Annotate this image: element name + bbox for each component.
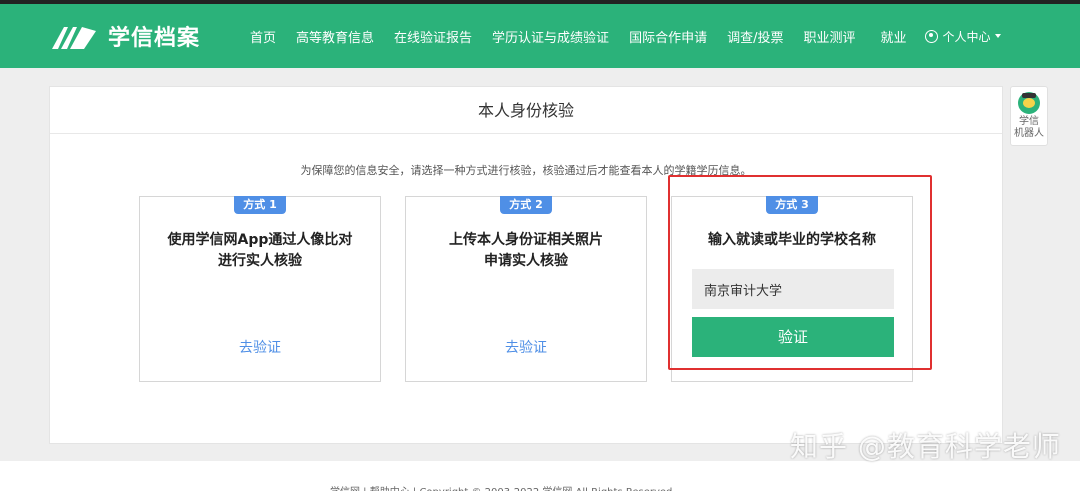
method-1-title-line2: 进行实人核验 [218, 253, 302, 269]
method-2-badge: 方式 2 [500, 196, 552, 214]
robot-label-line1: 学信 [1019, 116, 1039, 127]
user-icon [924, 29, 938, 43]
nav-degree-certification[interactable]: 学历认证与成绩验证 [492, 27, 609, 46]
method-2-title: 上传本人身份证相关照片 申请实人核验 [406, 230, 646, 272]
nav-international[interactable]: 国际合作申请 [629, 27, 707, 46]
method-1-verify-link[interactable]: 去验证 [140, 337, 380, 357]
method-2-panel: 方式 2 上传本人身份证相关照片 申请实人核验 去验证 [405, 196, 647, 382]
method-1-title: 使用学信网App通过人像比对 进行实人核验 [140, 230, 380, 272]
footer-text: 学信网 | 帮助中心 | Copyright © 2003-2022 学信网 A… [330, 483, 672, 491]
nav-online-report[interactable]: 在线验证报告 [394, 27, 472, 46]
nav-survey[interactable]: 调查/投票 [727, 27, 783, 46]
site-logo[interactable]: 学信档案 [50, 18, 200, 54]
robot-icon [1018, 92, 1040, 114]
method-1-badge: 方式 1 [234, 196, 286, 214]
robot-label-line2: 机器人 [1014, 128, 1044, 139]
highlight-box [668, 175, 932, 370]
nav-career-test[interactable]: 职业测评 [803, 27, 855, 46]
watermark: 知乎 @教育科学老师 [790, 430, 1061, 463]
main-nav: 首页 高等教育信息 在线验证报告 学历认证与成绩验证 国际合作申请 调查/投票 … [250, 4, 1001, 68]
header-bar: 学信档案 首页 高等教育信息 在线验证报告 学历认证与成绩验证 国际合作申请 调… [0, 4, 1080, 68]
user-center-menu[interactable]: 个人中心 [924, 28, 1001, 45]
assistant-robot-button[interactable]: 学信 机器人 [1010, 86, 1048, 146]
method-2-verify-link[interactable]: 去验证 [406, 337, 646, 357]
user-center-label: 个人中心 [942, 29, 991, 44]
nav-employment[interactable]: 就业 [880, 27, 906, 46]
logo-text: 学信档案 [108, 26, 201, 51]
nav-home[interactable]: 首页 [250, 27, 276, 46]
page-title: 本人身份核验 [50, 87, 1002, 134]
method-1-panel: 方式 1 使用学信网App通过人像比对 进行实人核验 去验证 [139, 196, 381, 382]
footer: 学信网 | 帮助中心 | Copyright © 2003-2022 学信网 A… [0, 461, 1080, 491]
method-1-title-line1: 使用学信网App通过人像比对 [167, 232, 353, 248]
method-2-title-line2: 申请实人核验 [484, 253, 568, 269]
nav-higher-education[interactable]: 高等教育信息 [296, 27, 374, 46]
method-2-title-line1: 上传本人身份证相关照片 [449, 232, 603, 248]
chevron-down-icon [994, 34, 1001, 38]
logo-mark-icon [52, 27, 96, 49]
